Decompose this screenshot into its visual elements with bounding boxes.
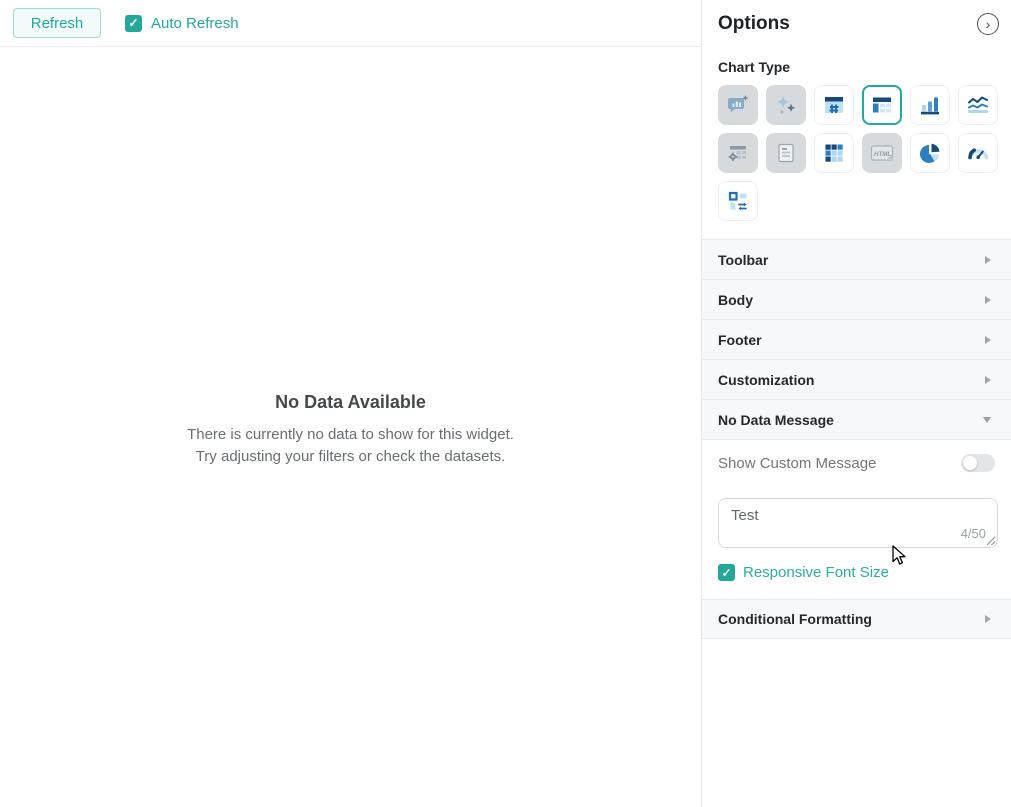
- text-widget-icon[interactable]: [766, 133, 806, 173]
- preview-toolbar: Refresh Auto Refresh: [0, 0, 701, 47]
- options-header: Options ›: [702, 0, 1011, 35]
- responsive-font-size-checkbox[interactable]: [718, 564, 735, 581]
- empty-state-line1: There is currently no data to show for t…: [0, 424, 701, 446]
- combo-switch-icon[interactable]: [718, 181, 758, 221]
- responsive-font-size-label: Responsive Font Size: [743, 564, 889, 581]
- refresh-button[interactable]: Refresh: [13, 8, 101, 38]
- gauge-icon[interactable]: [958, 133, 998, 173]
- section-footer[interactable]: Footer: [702, 319, 1011, 359]
- show-custom-message-label: Show Custom Message: [718, 455, 876, 472]
- section-footer-label: Footer: [718, 332, 762, 348]
- chevron-right-icon: [985, 336, 991, 344]
- html-icon-text: HTML: [874, 151, 891, 158]
- ai-sparkles-icon[interactable]: [766, 85, 806, 125]
- number-card-icon[interactable]: [814, 85, 854, 125]
- auto-refresh-checkbox[interactable]: [125, 15, 142, 32]
- empty-state-title: No Data Available: [0, 392, 701, 413]
- heatmap-icon[interactable]: [814, 133, 854, 173]
- chart-type-grid: HTML: [702, 85, 1011, 221]
- section-toolbar-label: Toolbar: [718, 252, 768, 268]
- pie-chart-icon[interactable]: [910, 133, 950, 173]
- section-no-data-message-label: No Data Message: [718, 412, 834, 428]
- preview-area: Refresh Auto Refresh No Data Available T…: [0, 0, 701, 807]
- chevron-right-icon: [985, 615, 991, 623]
- widget-editor: Refresh Auto Refresh No Data Available T…: [0, 0, 1011, 807]
- section-body-label: Body: [718, 292, 753, 308]
- line-chart-icon[interactable]: [958, 85, 998, 125]
- section-conditional-formatting[interactable]: Conditional Formatting: [702, 599, 1011, 639]
- section-no-data-message[interactable]: No Data Message: [702, 399, 1011, 439]
- section-customization-label: Customization: [718, 372, 814, 388]
- options-accordion: Toolbar Body Footer Customization No Dat…: [702, 239, 1011, 639]
- section-body[interactable]: Body: [702, 279, 1011, 319]
- chevron-down-icon: [983, 417, 991, 423]
- options-panel: Options › Chart Type: [701, 0, 1011, 807]
- chevron-right-icon: [985, 256, 991, 264]
- collapse-panel-button[interactable]: ›: [977, 13, 999, 35]
- html-widget-icon[interactable]: HTML: [862, 133, 902, 173]
- chevron-right-icon: [985, 296, 991, 304]
- section-customization[interactable]: Customization: [702, 359, 1011, 399]
- no-data-empty-state: No Data Available There is currently no …: [0, 392, 701, 468]
- custom-message-textarea[interactable]: Test: [718, 498, 998, 548]
- ai-insights-icon[interactable]: [718, 85, 758, 125]
- bar-chart-icon[interactable]: [910, 85, 950, 125]
- table-icon[interactable]: [862, 85, 902, 125]
- chart-type-label: Chart Type: [702, 35, 1011, 85]
- responsive-font-size-row[interactable]: Responsive Font Size: [718, 564, 997, 599]
- no-data-message-section-content: Show Custom Message Test 4/50 Responsive…: [702, 439, 1011, 599]
- section-toolbar[interactable]: Toolbar: [702, 239, 1011, 279]
- custom-message-field-wrap: Test 4/50: [718, 498, 998, 548]
- section-conditional-formatting-label: Conditional Formatting: [718, 611, 872, 627]
- pivot-table-icon[interactable]: [718, 133, 758, 173]
- chevron-right-icon: [985, 376, 991, 384]
- auto-refresh-control[interactable]: Auto Refresh: [125, 15, 239, 32]
- auto-refresh-label: Auto Refresh: [151, 15, 239, 32]
- empty-state-line2: Try adjusting your filters or check the …: [0, 446, 701, 468]
- chevron-right-circle-icon: ›: [986, 17, 991, 31]
- show-custom-message-row: Show Custom Message: [718, 454, 997, 472]
- options-title: Options: [718, 13, 790, 35]
- show-custom-message-toggle[interactable]: [961, 454, 995, 472]
